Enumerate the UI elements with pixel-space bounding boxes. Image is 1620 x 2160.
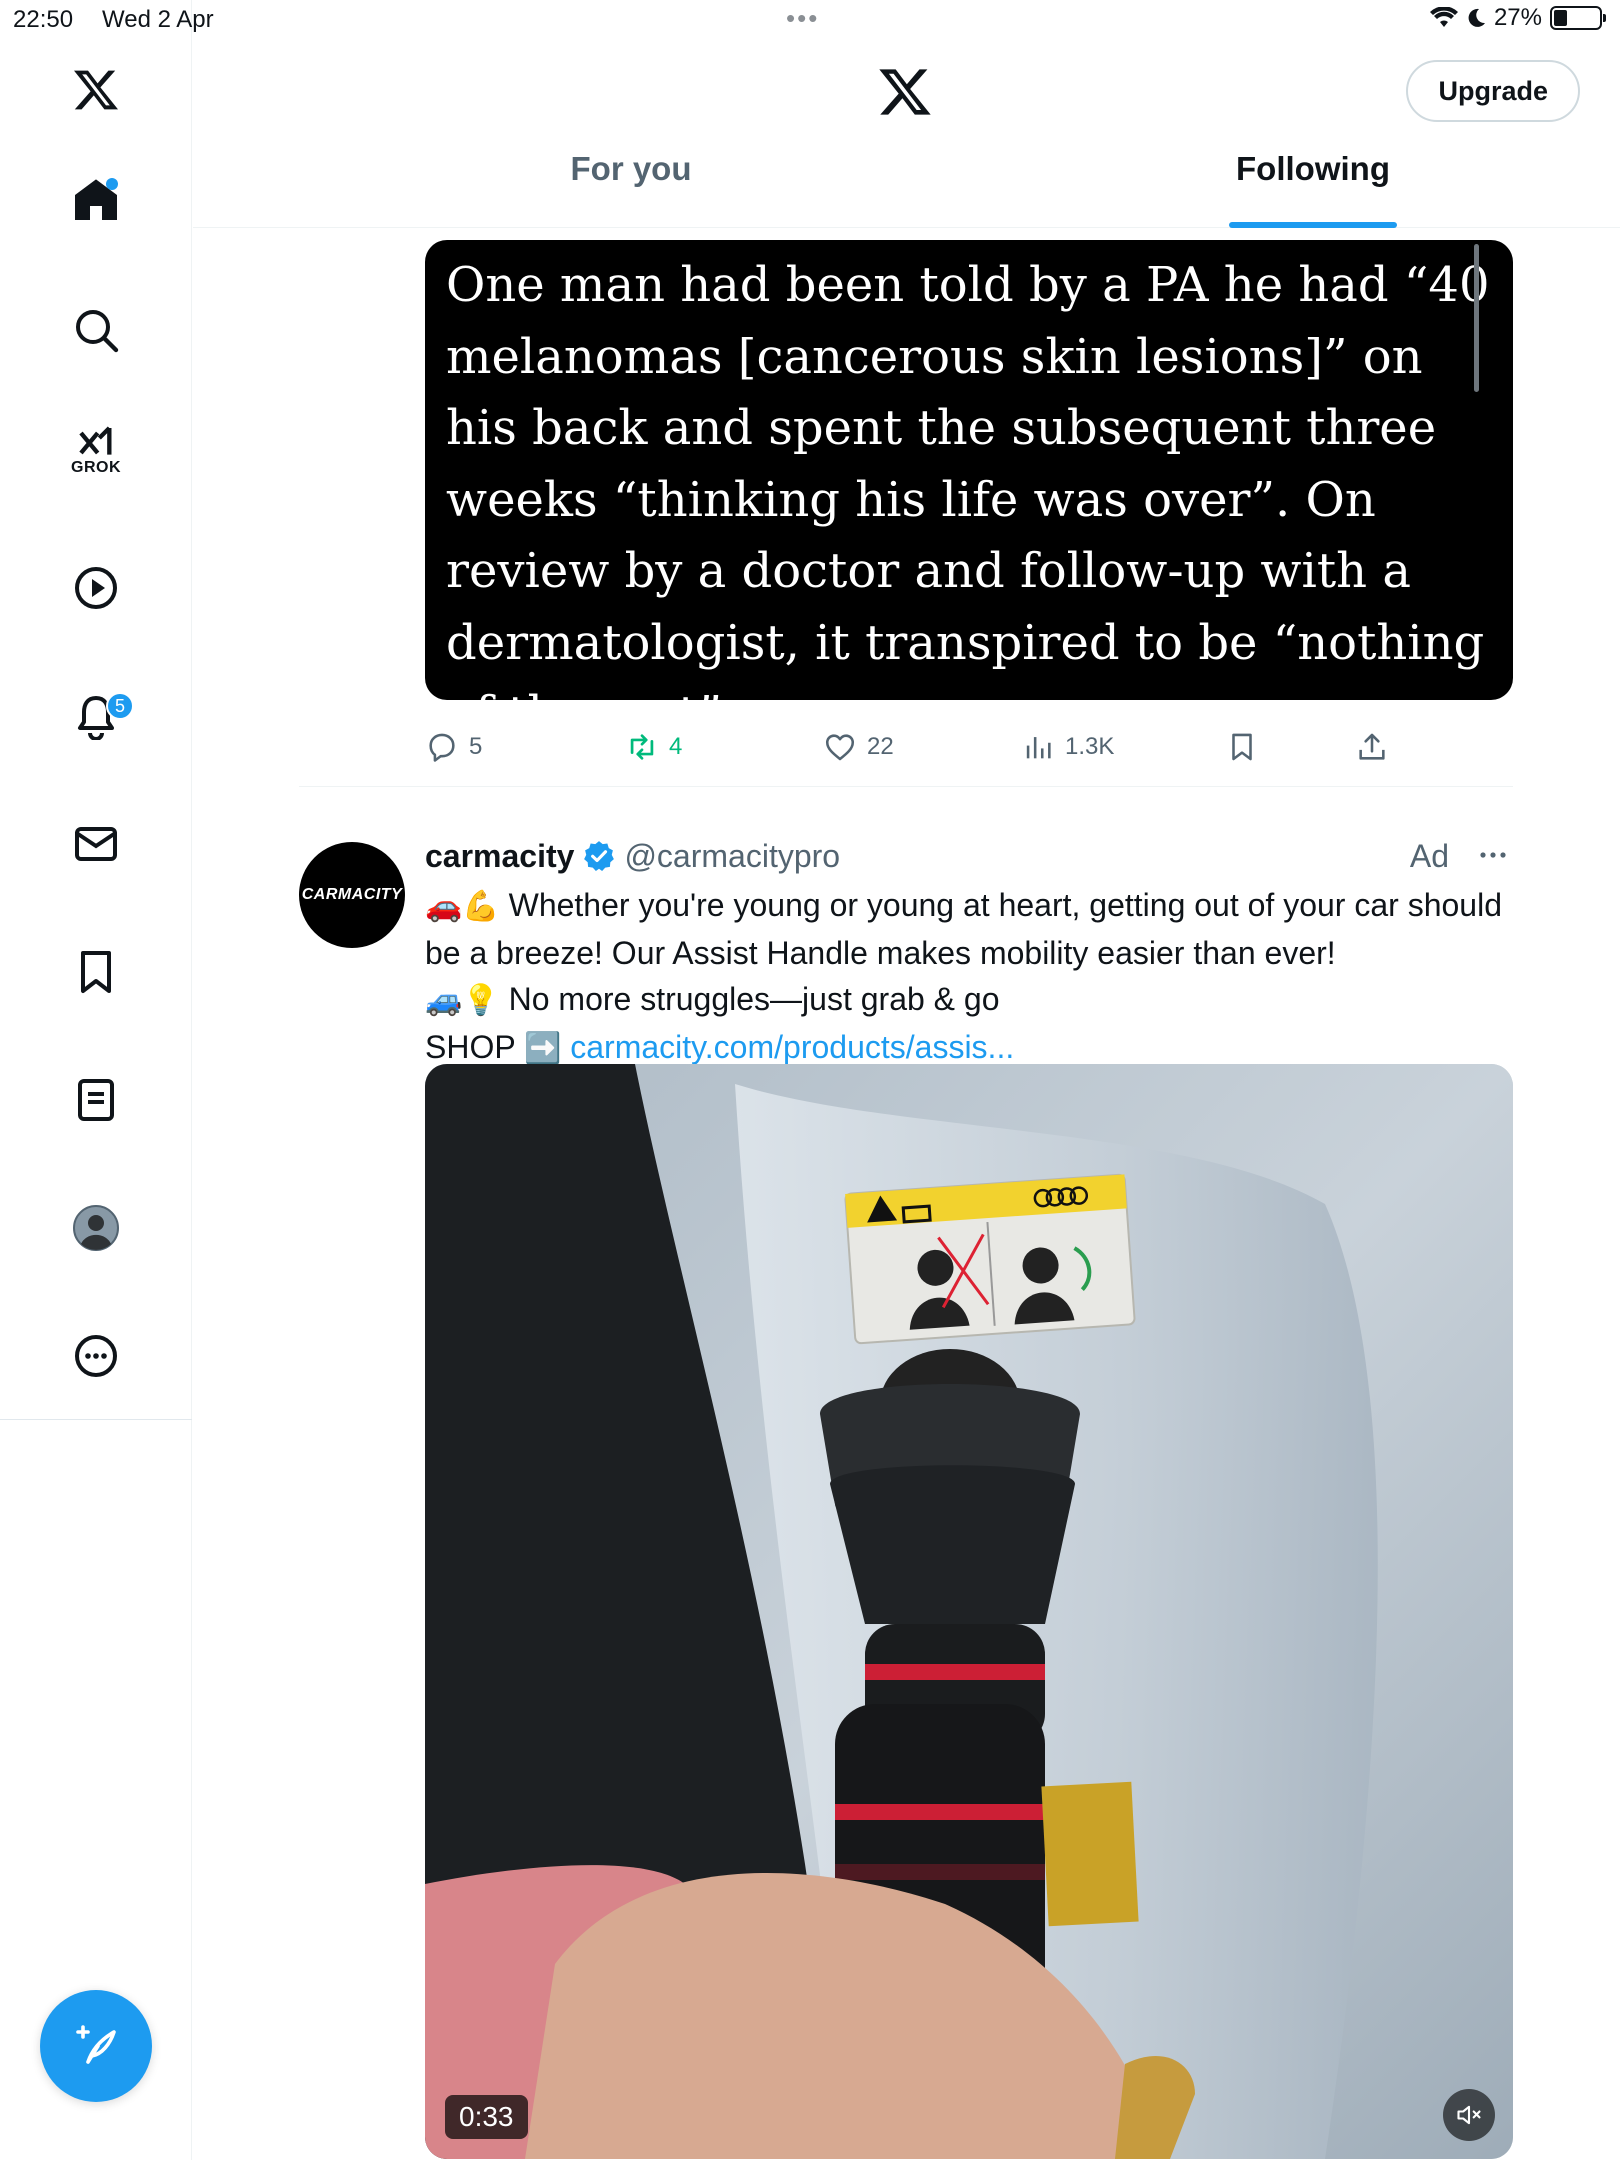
avatar-logo-text: CARMACITY xyxy=(301,886,403,903)
tweet-image[interactable]: One man had been told by a PA he had “40… xyxy=(425,240,1513,700)
car-bulb-emoji: 🚙💡 xyxy=(425,983,500,1018)
tab-following[interactable]: Following xyxy=(1163,150,1463,228)
verified-badge-icon xyxy=(584,841,615,872)
reply-count: 5 xyxy=(469,733,483,760)
heart-icon xyxy=(825,734,855,761)
compose-post-button[interactable] xyxy=(40,1990,152,2102)
product-link[interactable]: carmacity.com/products/assis... xyxy=(570,1029,1014,1065)
analytics-icon xyxy=(1026,737,1051,759)
image-scrollbar xyxy=(1474,244,1479,392)
avatar[interactable]: CARMACITY xyxy=(299,842,405,948)
image-quote-text: One man had been told by a PA he had “40… xyxy=(446,257,1490,700)
x-logo-icon[interactable] xyxy=(877,64,933,120)
repost-button[interactable]: 4 xyxy=(625,730,682,764)
bookmark-icon xyxy=(81,951,111,993)
share-icon xyxy=(1359,733,1385,760)
share-button[interactable] xyxy=(1355,730,1389,764)
muted-speaker-icon xyxy=(1457,2105,1481,2125)
sidebar-item-profile[interactable] xyxy=(46,1178,146,1278)
tweet-line-3: SHOP xyxy=(425,1029,516,1065)
car-muscle-emoji: 🚗💪 xyxy=(425,889,500,924)
notifications-badge: 5 xyxy=(106,692,134,720)
timeline-header: Upgrade For you Following xyxy=(193,40,1620,228)
bookmark-button[interactable] xyxy=(1225,730,1259,764)
wifi-icon xyxy=(1429,7,1458,27)
grok-icon xyxy=(79,426,112,455)
battery-percent: 27% xyxy=(1493,4,1542,31)
tweet-line-2: No more struggles—just grab & go xyxy=(508,981,1000,1017)
mute-button[interactable] xyxy=(1443,2089,1495,2141)
sidebar-item-explore[interactable] xyxy=(46,280,146,380)
tab-for-you[interactable]: For you xyxy=(481,150,781,228)
bookmark-icon xyxy=(1232,733,1252,761)
author-handle[interactable]: @carmacitypro xyxy=(624,838,840,875)
sidebar-nav: GROK 5 xyxy=(0,40,192,1420)
sidebar-item-home[interactable] xyxy=(46,150,146,250)
sidebar: GROK 5 xyxy=(0,0,192,2160)
ad-video[interactable]: 0:33 xyxy=(425,1064,1513,2159)
search-icon xyxy=(76,310,119,353)
repost-count: 4 xyxy=(669,733,683,760)
status-time: 22:50 xyxy=(13,6,74,33)
arrow-right-emoji: ➡️ xyxy=(524,1031,562,1066)
sidebar-item-lists[interactable] xyxy=(46,1050,146,1150)
play-circle-icon xyxy=(75,567,117,609)
views-button[interactable]: 1.3K xyxy=(1021,730,1114,764)
tweet-text: 🚗💪 Whether you're young or young at hear… xyxy=(425,882,1513,1072)
tweet-action-bar: 5 4 22 1.3K xyxy=(425,718,1513,778)
sidebar-item-notifications[interactable]: 5 xyxy=(46,666,146,766)
profile-avatar-icon xyxy=(73,1205,119,1251)
view-count: 1.3K xyxy=(1065,733,1115,760)
video-frame xyxy=(425,1064,1513,2159)
reply-icon xyxy=(429,733,455,762)
sidebar-item-grok[interactable]: GROK xyxy=(46,400,146,500)
tweet-divider xyxy=(299,786,1513,787)
status-indicators: 27% xyxy=(1429,4,1606,32)
tweet-line-1: Whether you're young or young at heart, … xyxy=(425,887,1502,971)
like-button[interactable]: 22 xyxy=(823,730,894,764)
moon-icon xyxy=(1468,8,1485,27)
multitasking-dots-icon[interactable]: ••• xyxy=(786,5,819,31)
sidebar-item-bookmarks[interactable] xyxy=(46,922,146,1022)
sidebar-item-videos[interactable] xyxy=(46,538,146,638)
sidebar-item-more[interactable] xyxy=(46,1306,146,1406)
list-icon xyxy=(78,1079,114,1121)
video-duration: 0:33 xyxy=(445,2095,528,2139)
more-circle-icon xyxy=(75,1335,117,1377)
active-tab-indicator xyxy=(1229,222,1397,228)
mail-icon xyxy=(75,827,117,861)
tweet-header: carmacity @carmacitypro Ad xyxy=(425,834,1513,878)
like-count: 22 xyxy=(867,733,894,760)
battery-icon xyxy=(1550,6,1606,30)
status-date: Wed 2 Apr xyxy=(102,6,214,33)
repost-icon xyxy=(630,734,654,760)
ad-label: Ad xyxy=(1409,837,1449,874)
more-options-icon[interactable] xyxy=(1473,840,1513,870)
status-bar: 22:50 Wed 2 Apr ••• 27% xyxy=(0,0,1620,40)
reply-button[interactable]: 5 xyxy=(425,730,482,764)
upgrade-button[interactable]: Upgrade xyxy=(1406,60,1580,122)
author-name[interactable]: carmacity xyxy=(425,838,574,875)
unread-dot xyxy=(106,178,118,190)
compose-feather-icon xyxy=(76,2025,116,2064)
tab-label: Following xyxy=(1236,150,1390,187)
sidebar-item-messages[interactable] xyxy=(46,794,146,894)
grok-label: GROK xyxy=(71,459,121,476)
x-logo-icon[interactable] xyxy=(46,40,146,140)
tab-label: For you xyxy=(570,150,692,187)
